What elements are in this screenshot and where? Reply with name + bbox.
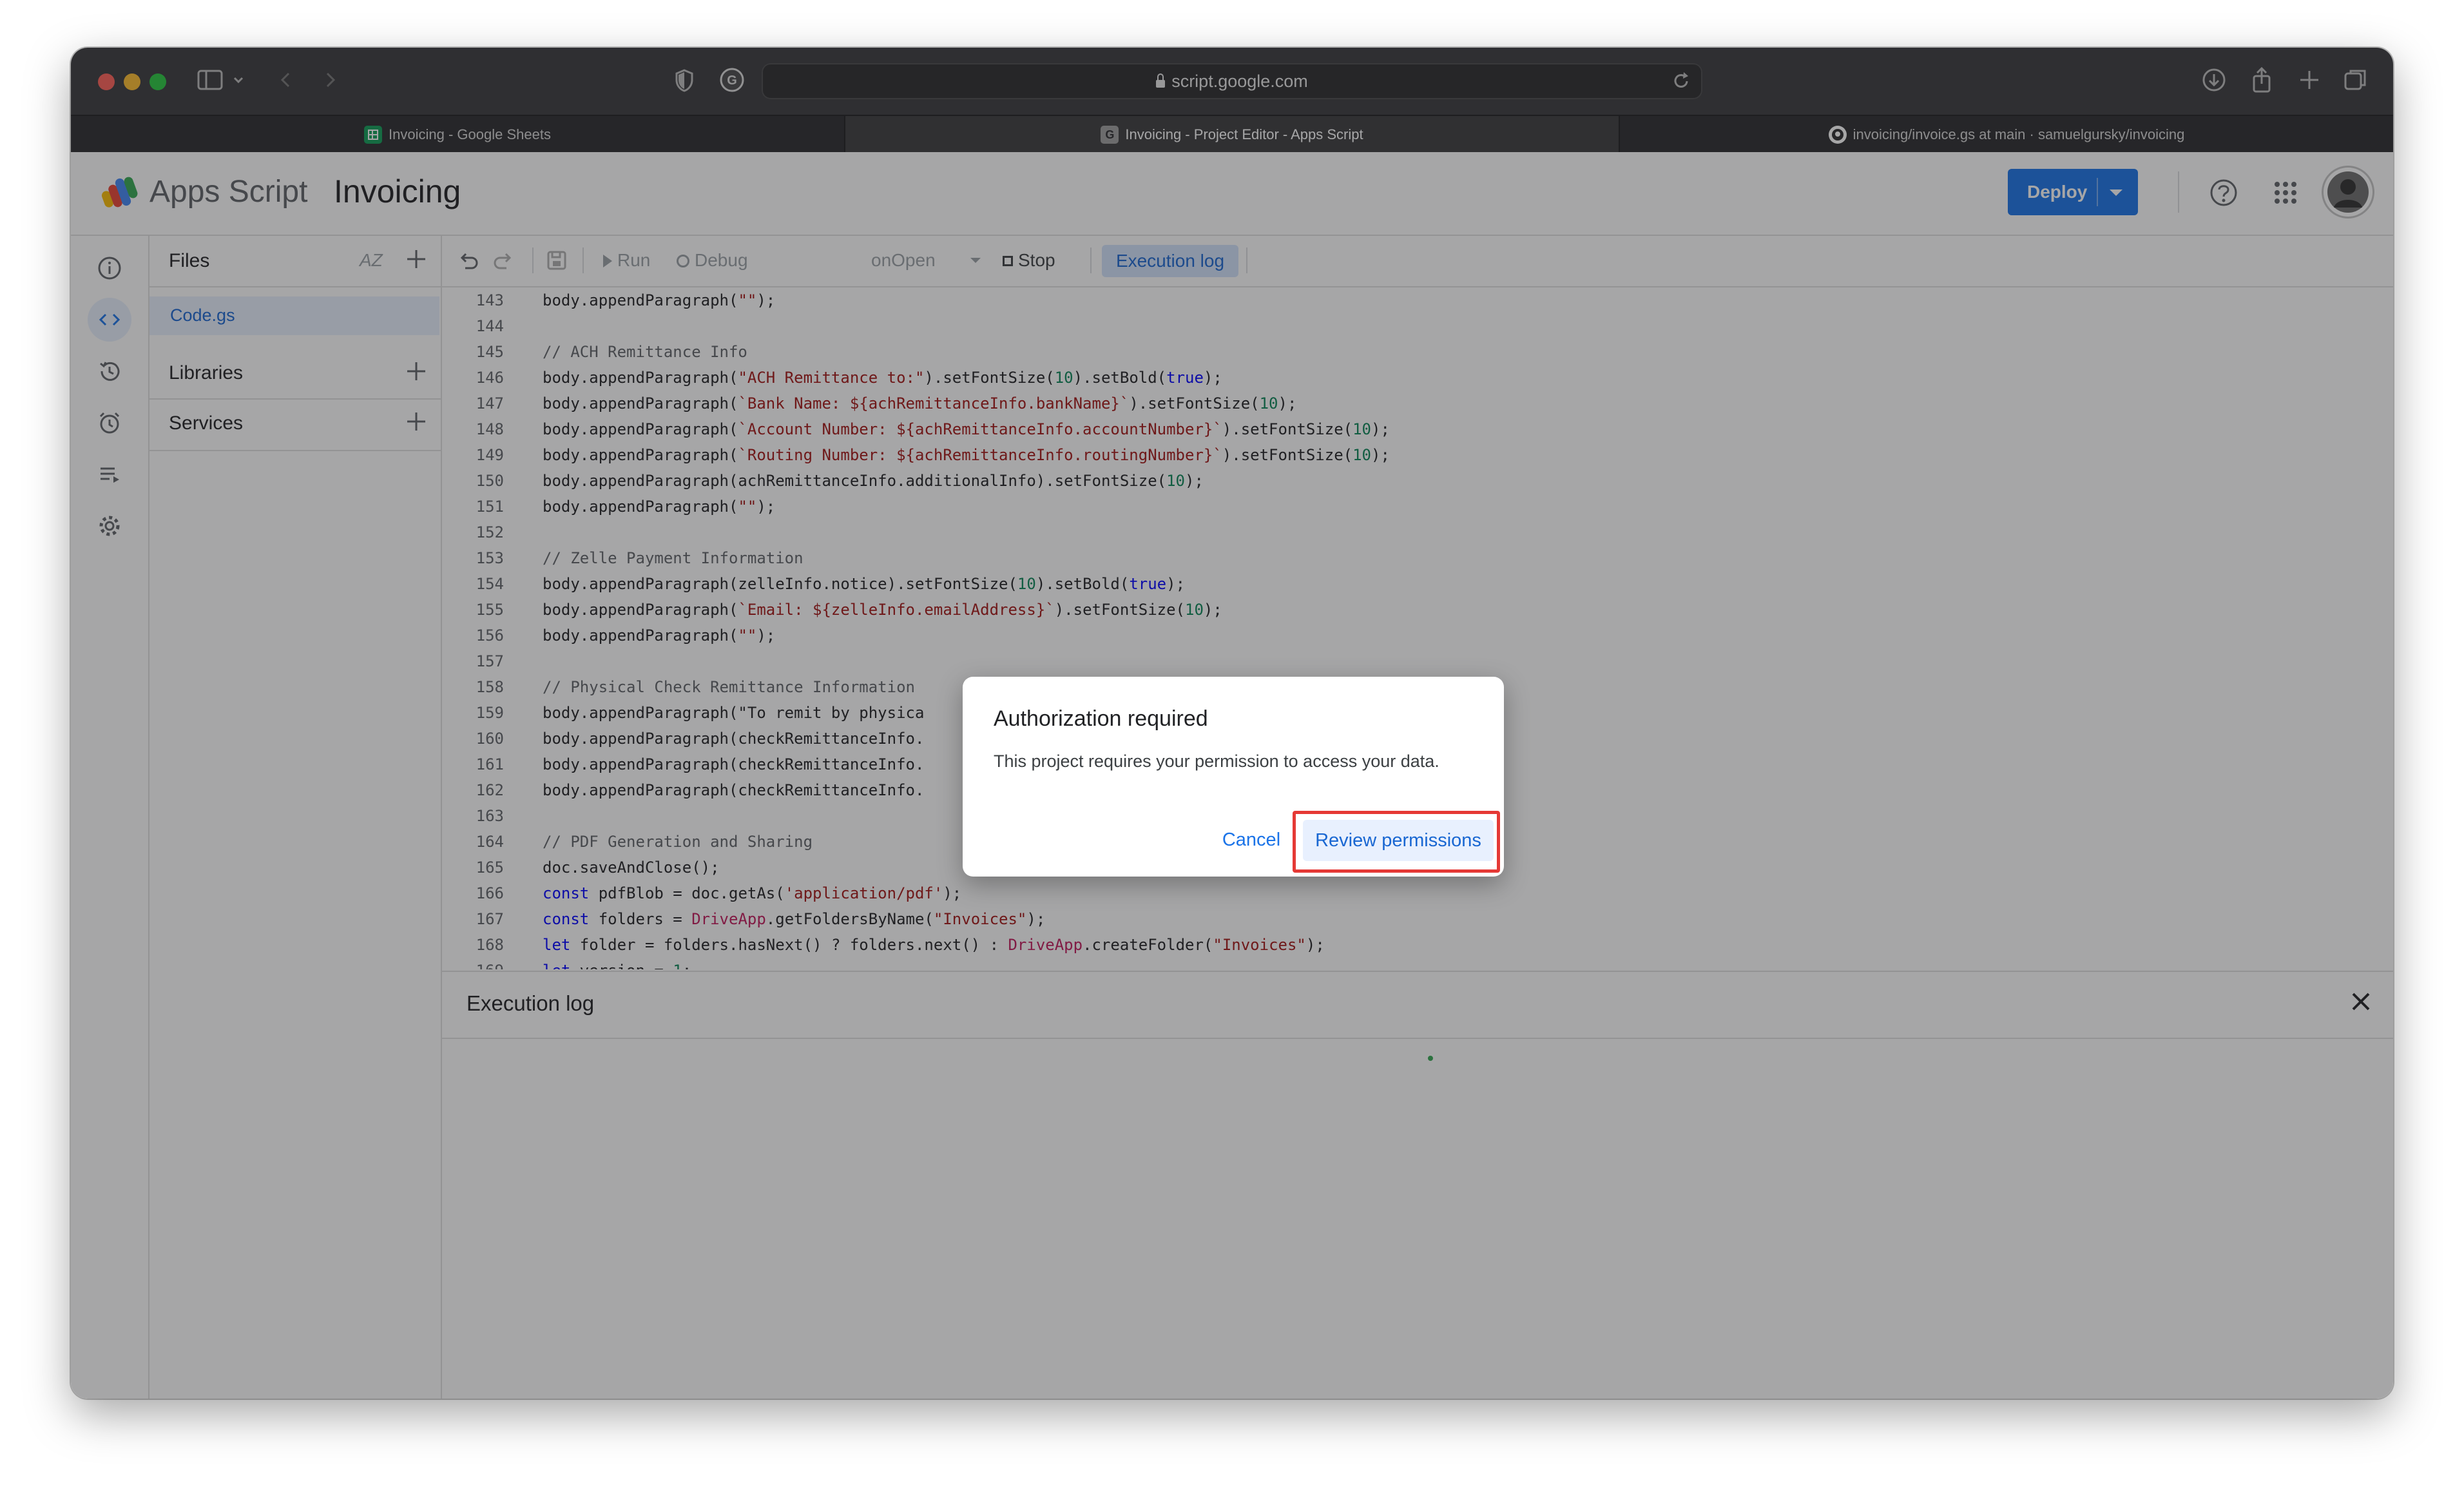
authorization-dialog: Authorization required This project requ… xyxy=(963,677,1504,877)
dialog-title: Authorization required xyxy=(994,706,1208,731)
browser-window: G script.google.com Invoicing - Google S… xyxy=(71,48,2393,1399)
highlight-box xyxy=(1293,811,1500,873)
cancel-button[interactable]: Cancel xyxy=(1213,824,1290,856)
dialog-message: This project requires your permission to… xyxy=(994,752,1439,771)
